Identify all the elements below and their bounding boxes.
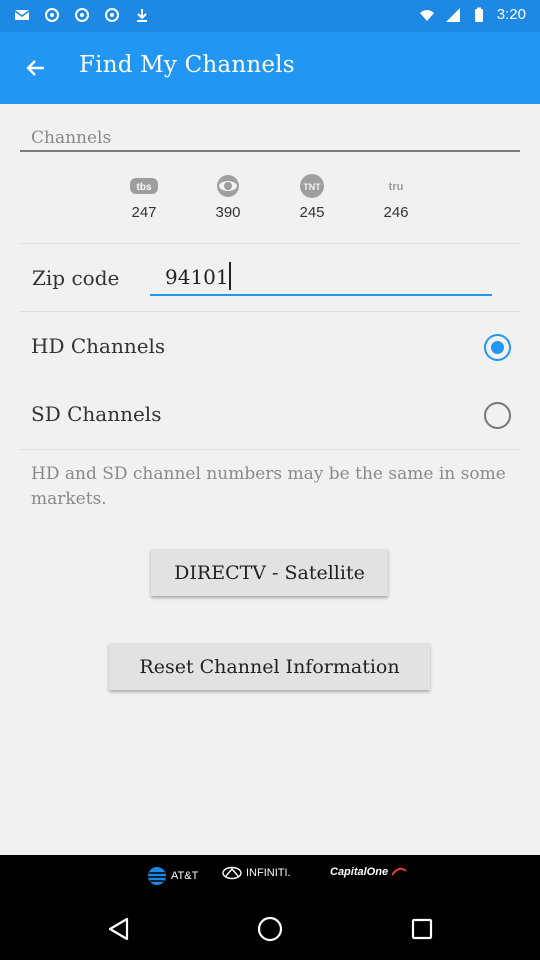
- divider: [20, 311, 520, 312]
- settings-icon: [105, 8, 119, 22]
- capitalone-sponsor: CapitalOne: [330, 866, 407, 878]
- hd-channels-label: HD Channels: [31, 334, 166, 358]
- infiniti-logo-icon: [222, 866, 242, 880]
- system-nav-bar: [0, 898, 540, 960]
- reset-channel-info-button[interactable]: Reset Channel Information: [109, 643, 430, 690]
- gmail-icon: [14, 10, 30, 20]
- app-bar: Find My Channels: [0, 32, 540, 104]
- att-globe-icon: [148, 867, 166, 885]
- att-logo-text: AT&T: [171, 870, 199, 882]
- text-cursor: [229, 262, 231, 290]
- signal-icon: [445, 7, 460, 22]
- svg-text:tbs: tbs: [137, 182, 152, 193]
- settings-icon: [75, 8, 89, 22]
- zip-code-label: Zip code: [32, 266, 120, 290]
- back-arrow-icon: [26, 60, 44, 76]
- channel-tru[interactable]: tru 246: [366, 172, 426, 221]
- download-icon: [137, 9, 147, 22]
- channels-section-label: Channels: [31, 128, 112, 148]
- provider-button[interactable]: DIRECTV - Satellite: [151, 549, 388, 596]
- zip-code-input[interactable]: [150, 260, 492, 296]
- infiniti-sponsor: INFINITI.: [222, 866, 291, 880]
- hd-channels-option[interactable]: HD Channels: [0, 317, 540, 377]
- tru-logo-icon: tru: [366, 172, 426, 200]
- sd-channels-label: SD Channels: [31, 402, 162, 426]
- channel-note: HD and SD channel numbers may be the sam…: [31, 464, 506, 509]
- tnt-logo-icon: TNT: [282, 172, 342, 200]
- divider: [20, 243, 520, 244]
- nav-recents-icon: [411, 918, 433, 940]
- section-divider: [20, 150, 520, 152]
- nav-recents-button[interactable]: [402, 913, 442, 945]
- att-sponsor: AT&T: [147, 866, 198, 886]
- capitalone-swoosh-icon: [392, 867, 407, 876]
- svg-text:TNT: TNT: [303, 182, 321, 192]
- hd-channels-radio[interactable]: [484, 334, 511, 361]
- tbs-logo-icon: tbs: [114, 172, 174, 200]
- sponsor-bar: AT&T INFINITI. CapitalOne: [0, 855, 540, 898]
- back-button[interactable]: [16, 50, 56, 86]
- wifi-icon: [419, 9, 434, 21]
- page-title: Find My Channels: [79, 52, 295, 78]
- channel-number: 245: [299, 204, 325, 221]
- nav-back-icon: [108, 917, 129, 941]
- divider: [20, 449, 520, 450]
- channel-tbs[interactable]: tbs 247: [114, 172, 174, 221]
- status-bar: 3:20: [0, 0, 540, 32]
- nav-home-icon: [257, 916, 283, 942]
- nav-home-button[interactable]: [250, 913, 290, 945]
- status-time: 3:20: [496, 6, 526, 23]
- eye-network-logo-icon: [198, 172, 258, 200]
- svg-text:tru: tru: [389, 181, 404, 193]
- capitalone-logo-text: CapitalOne: [330, 866, 389, 878]
- sd-channels-option[interactable]: SD Channels: [0, 385, 540, 445]
- channel-number: 246: [383, 204, 409, 221]
- sd-channels-radio[interactable]: [484, 402, 511, 429]
- channel-number: 390: [215, 204, 241, 221]
- channel-number: 247: [131, 204, 157, 221]
- settings-icon: [45, 8, 59, 22]
- nav-back-button[interactable]: [98, 913, 138, 945]
- battery-icon: [474, 7, 483, 22]
- channel-list: tbs 247 390 TNT 245 tru 246: [110, 172, 430, 232]
- content: Channels tbs 247 390 TNT 245 tru 246 Zip…: [0, 104, 540, 855]
- channel-eye[interactable]: 390: [198, 172, 258, 221]
- channel-tnt[interactable]: TNT 245: [282, 172, 342, 221]
- infiniti-logo-text: INFINITI.: [246, 867, 291, 879]
